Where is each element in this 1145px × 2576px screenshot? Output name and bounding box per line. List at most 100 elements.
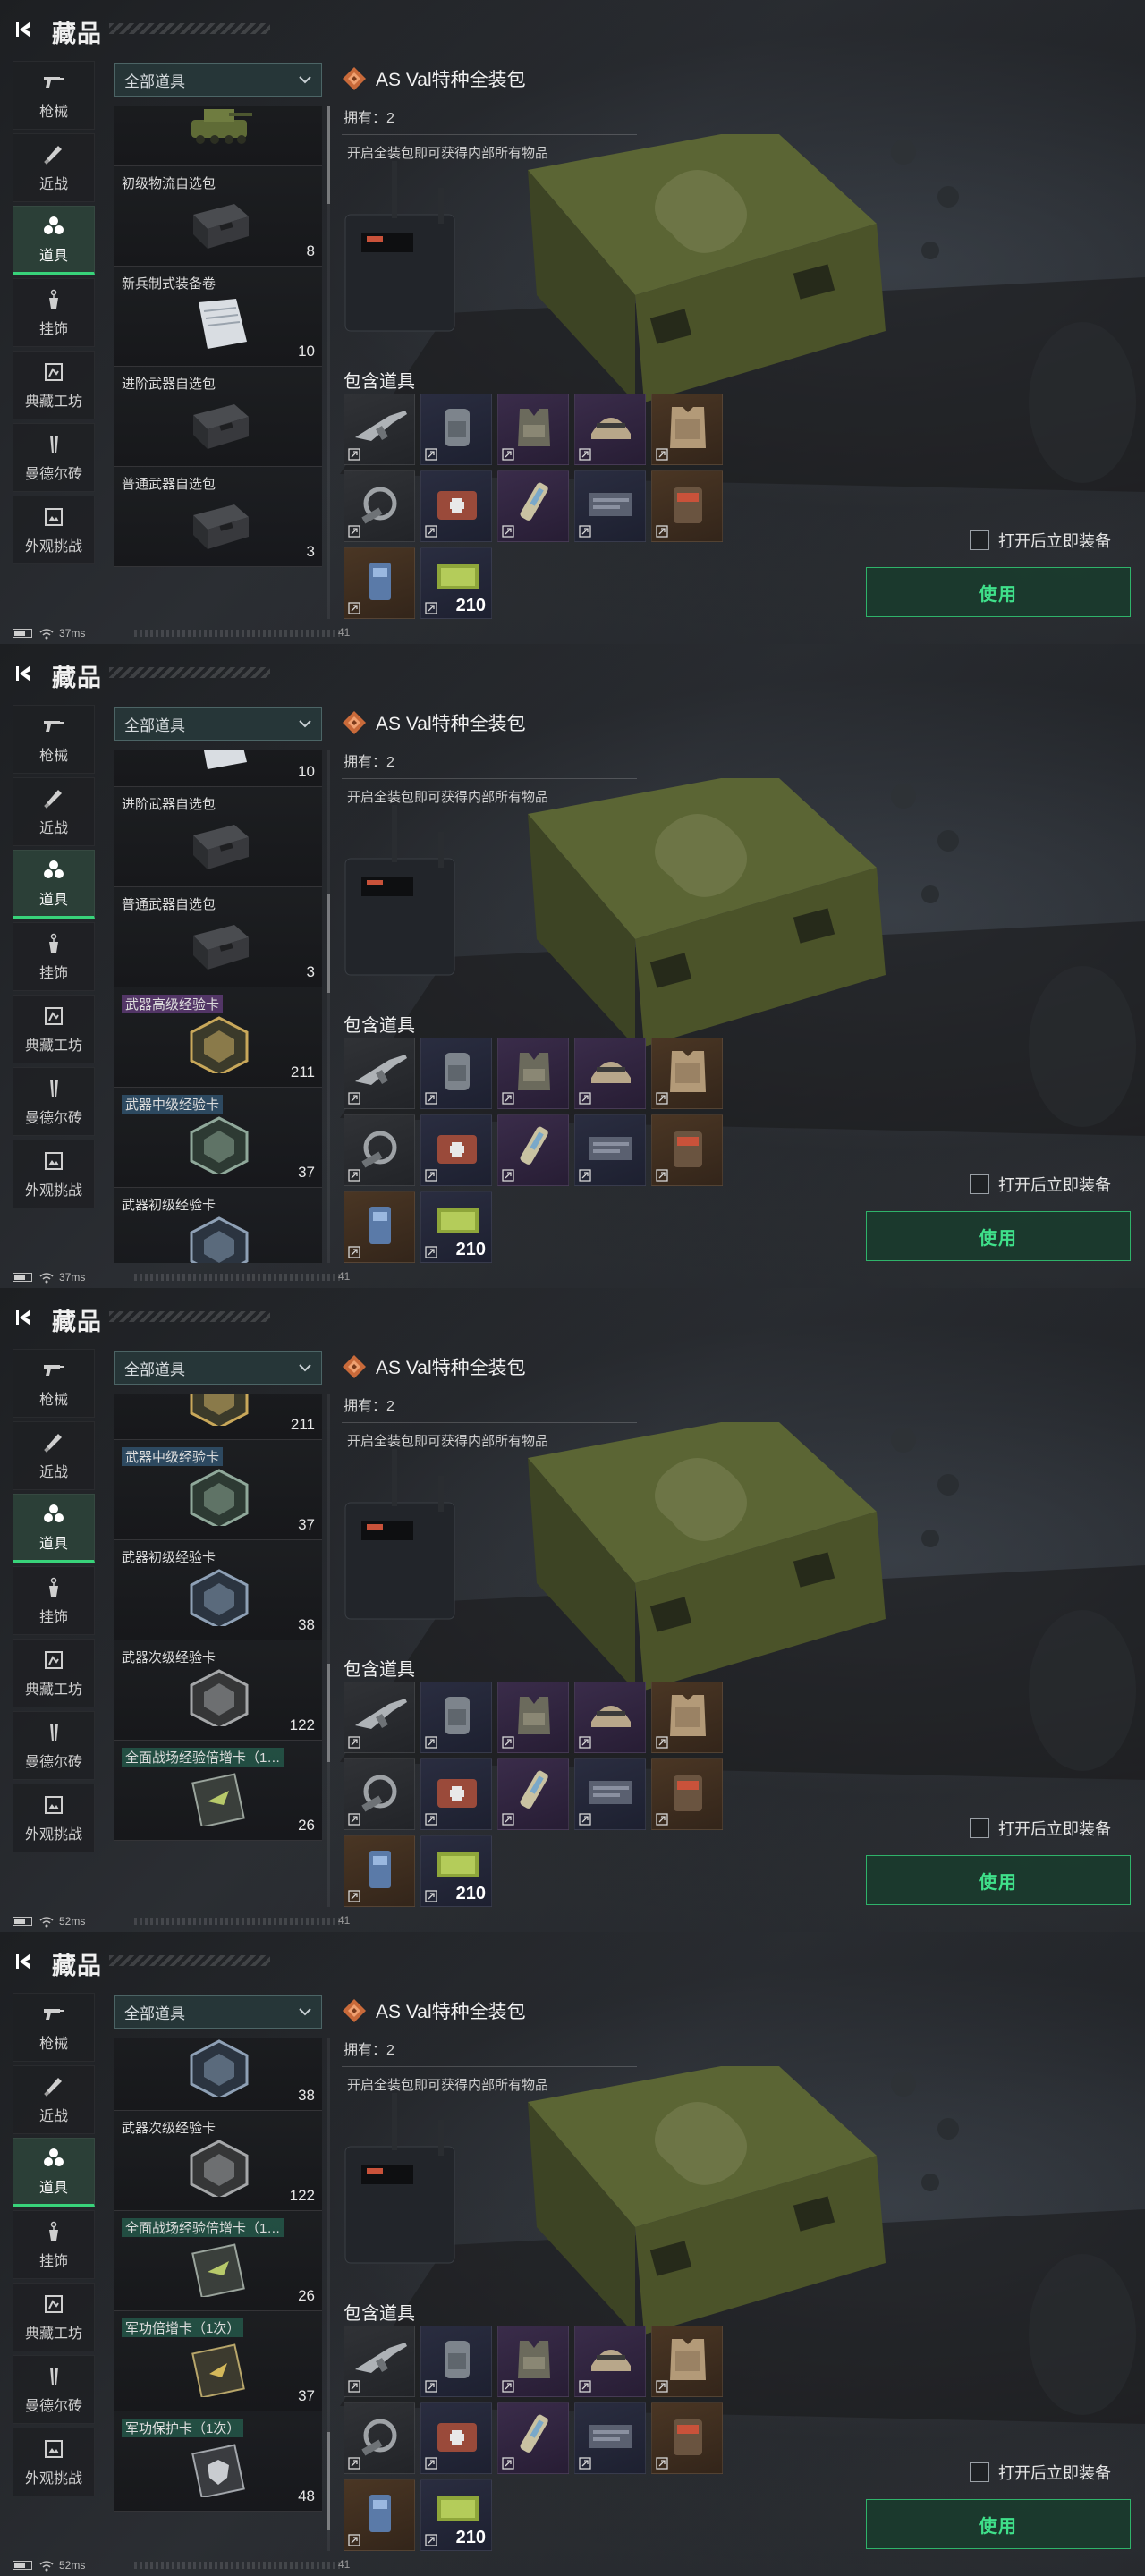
content-item-magazine[interactable]: [574, 1114, 646, 1186]
scrollbar-thumb[interactable]: [327, 106, 330, 204]
nav-item-gun[interactable]: 枪械: [13, 61, 95, 130]
nav-item-charm[interactable]: 挂饰: [13, 2210, 95, 2279]
content-item-sight[interactable]: [344, 470, 415, 542]
auto-equip-option[interactable]: 打开后立即装备: [970, 1173, 1111, 1196]
content-item-vest[interactable]: [497, 1038, 569, 1109]
nav-item-brick[interactable]: 曼德尔砖: [13, 1711, 95, 1780]
content-item-rifle[interactable]: [344, 1038, 415, 1109]
nav-item-knife[interactable]: 近战: [13, 2065, 95, 2134]
content-item-armor[interactable]: [651, 1682, 723, 1753]
nav-item-items[interactable]: 道具: [13, 2138, 95, 2207]
content-item-sight[interactable]: [344, 2402, 415, 2474]
content-item-helmet[interactable]: [574, 2326, 646, 2397]
scrollbar-thumb[interactable]: [327, 2432, 330, 2530]
list-item[interactable]: 初级物流自选包 8: [114, 166, 322, 267]
content-item-syringe[interactable]: [497, 1114, 569, 1186]
auto-equip-checkbox[interactable]: [970, 1818, 989, 1838]
list-item[interactable]: 10: [114, 750, 322, 787]
scrollbar-thumb[interactable]: [327, 894, 330, 993]
content-item-rifle[interactable]: [344, 394, 415, 465]
nav-item-workshop[interactable]: 典藏工坊: [13, 2283, 95, 2351]
nav-item-gun[interactable]: 枪械: [13, 1349, 95, 1418]
content-item-ammo[interactable]: 210: [420, 2479, 492, 2551]
nav-item-challenge[interactable]: 外观挑战: [13, 2428, 95, 2496]
nav-item-workshop[interactable]: 典藏工坊: [13, 351, 95, 419]
list-item[interactable]: 武器中级经验卡 37: [114, 1440, 322, 1540]
content-item-pouch[interactable]: [651, 2402, 723, 2474]
content-item-canister[interactable]: [344, 1191, 415, 1263]
list-scrollbar[interactable]: [327, 750, 330, 1263]
nav-item-knife[interactable]: 近战: [13, 777, 95, 846]
list-item[interactable]: 725双管进阶全装包: [114, 106, 322, 166]
content-item-pouch[interactable]: [651, 1114, 723, 1186]
content-item-helmet[interactable]: [574, 394, 646, 465]
list-item[interactable]: 新兵制式装备卷 10: [114, 267, 322, 367]
content-item-sight[interactable]: [344, 1758, 415, 1830]
list-item[interactable]: 武器中级经验卡 37: [114, 1088, 322, 1188]
list-item[interactable]: 武器次级经验卡 122: [114, 2111, 322, 2211]
list-scrollbar[interactable]: [327, 106, 330, 619]
content-item-medkit[interactable]: [420, 2402, 492, 2474]
content-item-magazine[interactable]: [574, 1758, 646, 1830]
nav-item-brick[interactable]: 曼德尔砖: [13, 423, 95, 492]
nav-item-gun[interactable]: 枪械: [13, 1993, 95, 2062]
content-item-pouch[interactable]: [651, 1758, 723, 1830]
list-item[interactable]: 全面战场经验倍增卡（1… 26: [114, 2211, 322, 2311]
nav-item-workshop[interactable]: 典藏工坊: [13, 995, 95, 1063]
content-item-medkit[interactable]: [420, 470, 492, 542]
auto-equip-checkbox[interactable]: [970, 2462, 989, 2482]
nav-item-challenge[interactable]: 外观挑战: [13, 1784, 95, 1852]
content-item-vest[interactable]: [497, 2326, 569, 2397]
content-item-ammo[interactable]: 210: [420, 547, 492, 619]
content-item-helmet[interactable]: [574, 1682, 646, 1753]
content-item-rifle[interactable]: [344, 2326, 415, 2397]
list-item[interactable]: 进阶武器自选包: [114, 787, 322, 887]
list-scrollbar[interactable]: [327, 2038, 330, 2551]
list-item[interactable]: 全面战场经验倍增卡（1… 26: [114, 1741, 322, 1841]
nav-item-knife[interactable]: 近战: [13, 1421, 95, 1490]
list-item[interactable]: 普通武器自选包 3: [114, 467, 322, 567]
scrollbar-thumb[interactable]: [327, 1664, 330, 1762]
content-item-vest[interactable]: [497, 1682, 569, 1753]
category-filter-dropdown[interactable]: 全部道具: [114, 707, 322, 741]
content-item-backpack[interactable]: [420, 394, 492, 465]
content-item-canister[interactable]: [344, 2479, 415, 2551]
list-item[interactable]: 军功保护卡（1次） 48: [114, 2411, 322, 2512]
content-item-magazine[interactable]: [574, 470, 646, 542]
category-filter-dropdown[interactable]: 全部道具: [114, 1351, 322, 1385]
content-item-sight[interactable]: [344, 1114, 415, 1186]
content-item-syringe[interactable]: [497, 470, 569, 542]
nav-item-items[interactable]: 道具: [13, 850, 95, 919]
use-button[interactable]: 使用: [866, 1211, 1131, 1261]
content-item-canister[interactable]: [344, 547, 415, 619]
content-item-backpack[interactable]: [420, 1682, 492, 1753]
list-item[interactable]: 武器初级经验卡 38: [114, 1540, 322, 1640]
auto-equip-checkbox[interactable]: [970, 1174, 989, 1194]
content-item-magazine[interactable]: [574, 2402, 646, 2474]
list-item[interactable]: 38: [114, 2038, 322, 2111]
nav-item-brick[interactable]: 曼德尔砖: [13, 2355, 95, 2424]
content-item-syringe[interactable]: [497, 2402, 569, 2474]
nav-item-gun[interactable]: 枪械: [13, 705, 95, 774]
back-button[interactable]: [11, 14, 41, 45]
nav-item-knife[interactable]: 近战: [13, 133, 95, 202]
list-item[interactable]: 武器高级经验卡 211: [114, 987, 322, 1088]
content-item-backpack[interactable]: [420, 2326, 492, 2397]
nav-item-charm[interactable]: 挂饰: [13, 278, 95, 347]
back-button[interactable]: [11, 1302, 41, 1333]
category-filter-dropdown[interactable]: 全部道具: [114, 1995, 322, 2029]
category-filter-dropdown[interactable]: 全部道具: [114, 63, 322, 97]
back-button[interactable]: [11, 1946, 41, 1977]
auto-equip-option[interactable]: 打开后立即装备: [970, 1817, 1111, 1840]
nav-item-challenge[interactable]: 外观挑战: [13, 1140, 95, 1208]
use-button[interactable]: 使用: [866, 2499, 1131, 2549]
content-item-ammo[interactable]: 210: [420, 1191, 492, 1263]
nav-item-items[interactable]: 道具: [13, 1494, 95, 1563]
nav-item-workshop[interactable]: 典藏工坊: [13, 1639, 95, 1707]
content-item-backpack[interactable]: [420, 1038, 492, 1109]
content-item-pouch[interactable]: [651, 470, 723, 542]
content-item-armor[interactable]: [651, 394, 723, 465]
back-button[interactable]: [11, 658, 41, 689]
use-button[interactable]: 使用: [866, 1855, 1131, 1905]
content-item-rifle[interactable]: [344, 1682, 415, 1753]
